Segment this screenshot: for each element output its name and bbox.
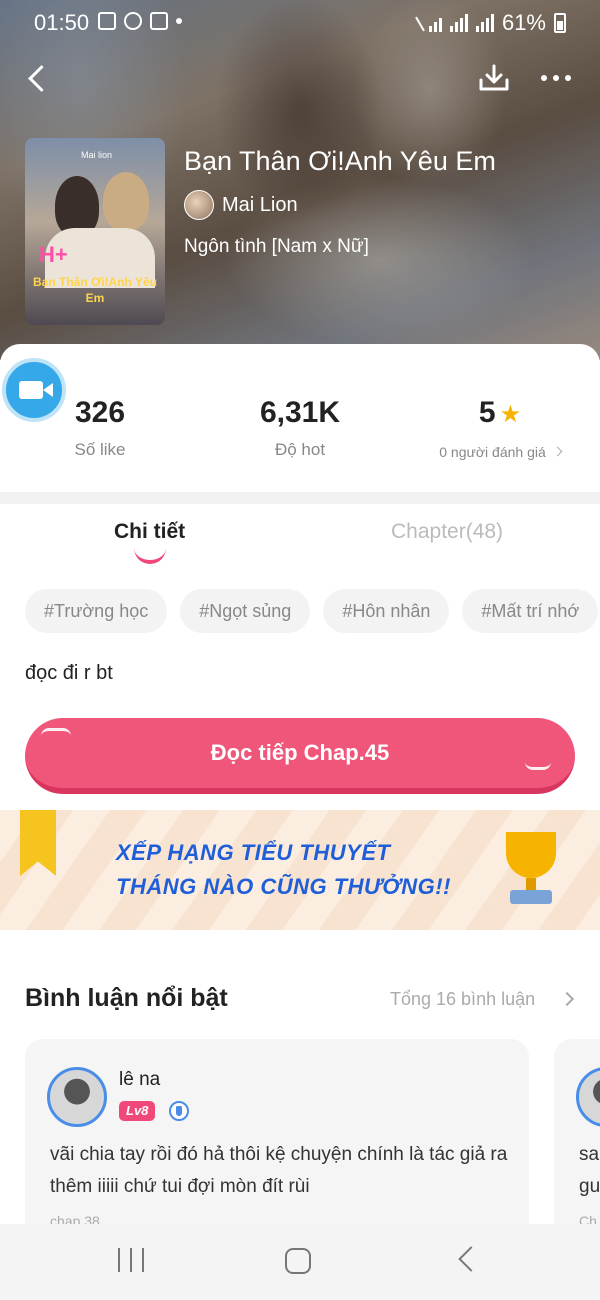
status-bar: 01:50 61%	[0, 0, 600, 44]
book-description: đọc đi r bt	[25, 662, 113, 684]
back-button[interactable]	[22, 62, 54, 94]
top-bar	[0, 56, 600, 100]
gallery-icon	[98, 12, 116, 30]
author-avatar	[184, 190, 214, 220]
cover-small-text: Mai lion	[81, 150, 113, 160]
cover-figure-2	[103, 172, 149, 230]
author-name: Mai Lion	[222, 193, 298, 216]
tag-item[interactable]: #Ngọt sủng	[180, 589, 311, 633]
rating-label: 0 người đánh giá	[439, 444, 546, 460]
rating-value-row: 5 ★	[425, 396, 575, 430]
comment-text: vãi chia tay rồi đó hả thôi kệ chuyện ch…	[50, 1144, 508, 1197]
tag-item[interactable]: #Trường học	[25, 589, 168, 633]
likes-label: Số like	[74, 440, 126, 459]
author-row[interactable]: Mai Lion	[184, 190, 298, 220]
download-icon	[479, 64, 509, 91]
dot-icon	[176, 18, 182, 24]
promo-banner[interactable]: XẾP HẠNG TIỂU THUYẾT THÁNG NÀO CŨNG THƯỞ…	[0, 810, 600, 930]
button-shine	[41, 728, 71, 736]
more-options-button[interactable]	[536, 62, 576, 94]
book-cover[interactable]: Mai lion H+ Bạn Thân Ơi!Anh Yêu Em	[25, 138, 165, 325]
trophy-icon	[496, 832, 566, 912]
book-title: Bạn Thân Ơi!Anh Yêu Em	[184, 146, 496, 176]
stat-rating[interactable]: 5 ★ 0 người đánh giá	[425, 396, 575, 460]
system-nav-bar	[0, 1224, 600, 1300]
comments-section-title: Bình luận nổi bật	[25, 984, 228, 1012]
continue-reading-label: Đọc tiếp Chap.45	[210, 740, 390, 765]
tab-chapters[interactable]: Chapter(48)	[391, 520, 503, 544]
more-icon	[541, 75, 547, 81]
status-notification-icons	[98, 12, 182, 30]
battery-text: 61%	[501, 10, 546, 35]
commenter-avatar	[576, 1067, 600, 1127]
commenter-avatar	[47, 1067, 107, 1127]
hot-label: Độ hot	[274, 440, 326, 459]
recent-apps-button[interactable]	[118, 1248, 144, 1274]
tab-indicator	[134, 548, 166, 564]
banner-line-1: XẾP HẠNG TIỂU THUYẾT	[116, 840, 391, 865]
commenter-name: lê na	[119, 1069, 161, 1090]
stat-hot: 6,31K Độ hot	[240, 396, 360, 460]
wifi-icon	[428, 14, 442, 32]
star-icon: ★	[499, 401, 522, 428]
chevron-right-icon	[559, 991, 575, 1007]
verified-badge-icon	[169, 1101, 189, 1121]
hot-value: 6,31K	[259, 396, 341, 429]
rating-row: 0 người đánh giá	[425, 444, 575, 460]
signal-icon-2	[475, 14, 494, 32]
video-camera-lens	[43, 383, 53, 397]
video-button[interactable]	[2, 358, 66, 422]
check-icon	[150, 12, 168, 30]
status-system-icons: 61%	[415, 10, 566, 36]
home-button[interactable]	[285, 1248, 311, 1274]
tag-item[interactable]: #Mất trí nhớ	[462, 589, 599, 633]
cover-figure	[55, 176, 99, 236]
battery-icon	[554, 13, 566, 33]
continue-reading-button[interactable]: Đọc tiếp Chap.45	[25, 718, 575, 794]
chevron-right-icon	[552, 446, 563, 457]
comment-card[interactable]: lê na Lv8 vãi chia tay rồi đó hả thôi kệ…	[25, 1039, 529, 1239]
rating-value: 5	[478, 396, 496, 429]
banner-line-2: THÁNG NÀO CŨNG THƯỞNG!!	[116, 874, 451, 899]
tab-details[interactable]: Chi tiết	[114, 520, 185, 544]
settings-icon	[124, 12, 142, 30]
mute-icon	[415, 14, 425, 32]
bookmark-ribbon-icon	[20, 810, 56, 876]
comment-text: sa gu	[579, 1144, 600, 1197]
all-comments-link[interactable]: Tổng 16 bình luận	[390, 989, 535, 1010]
signal-icon	[449, 14, 468, 32]
stat-likes: 326 Số like	[58, 396, 142, 460]
status-time: 01:50	[34, 10, 90, 35]
tag-list: #Trường học #Ngọt sủng #Hôn nhân #Mất tr…	[25, 589, 599, 633]
video-camera-icon	[19, 381, 43, 399]
likes-value: 326	[74, 396, 126, 429]
cover-title: Bạn Thân Ơi!Anh Yêu Em	[32, 275, 158, 305]
comment-card[interactable]: sa gu Ch	[554, 1039, 600, 1239]
book-genre: Ngôn tình [Nam x Nữ]	[184, 236, 369, 257]
button-shine-2	[525, 762, 551, 770]
section-divider	[0, 492, 600, 504]
tag-item[interactable]: #Hôn nhân	[323, 589, 450, 633]
download-button[interactable]	[476, 60, 512, 96]
system-back-button[interactable]	[458, 1246, 484, 1272]
cover-badge: H+	[39, 242, 68, 267]
level-badge: Lv8	[119, 1101, 156, 1121]
